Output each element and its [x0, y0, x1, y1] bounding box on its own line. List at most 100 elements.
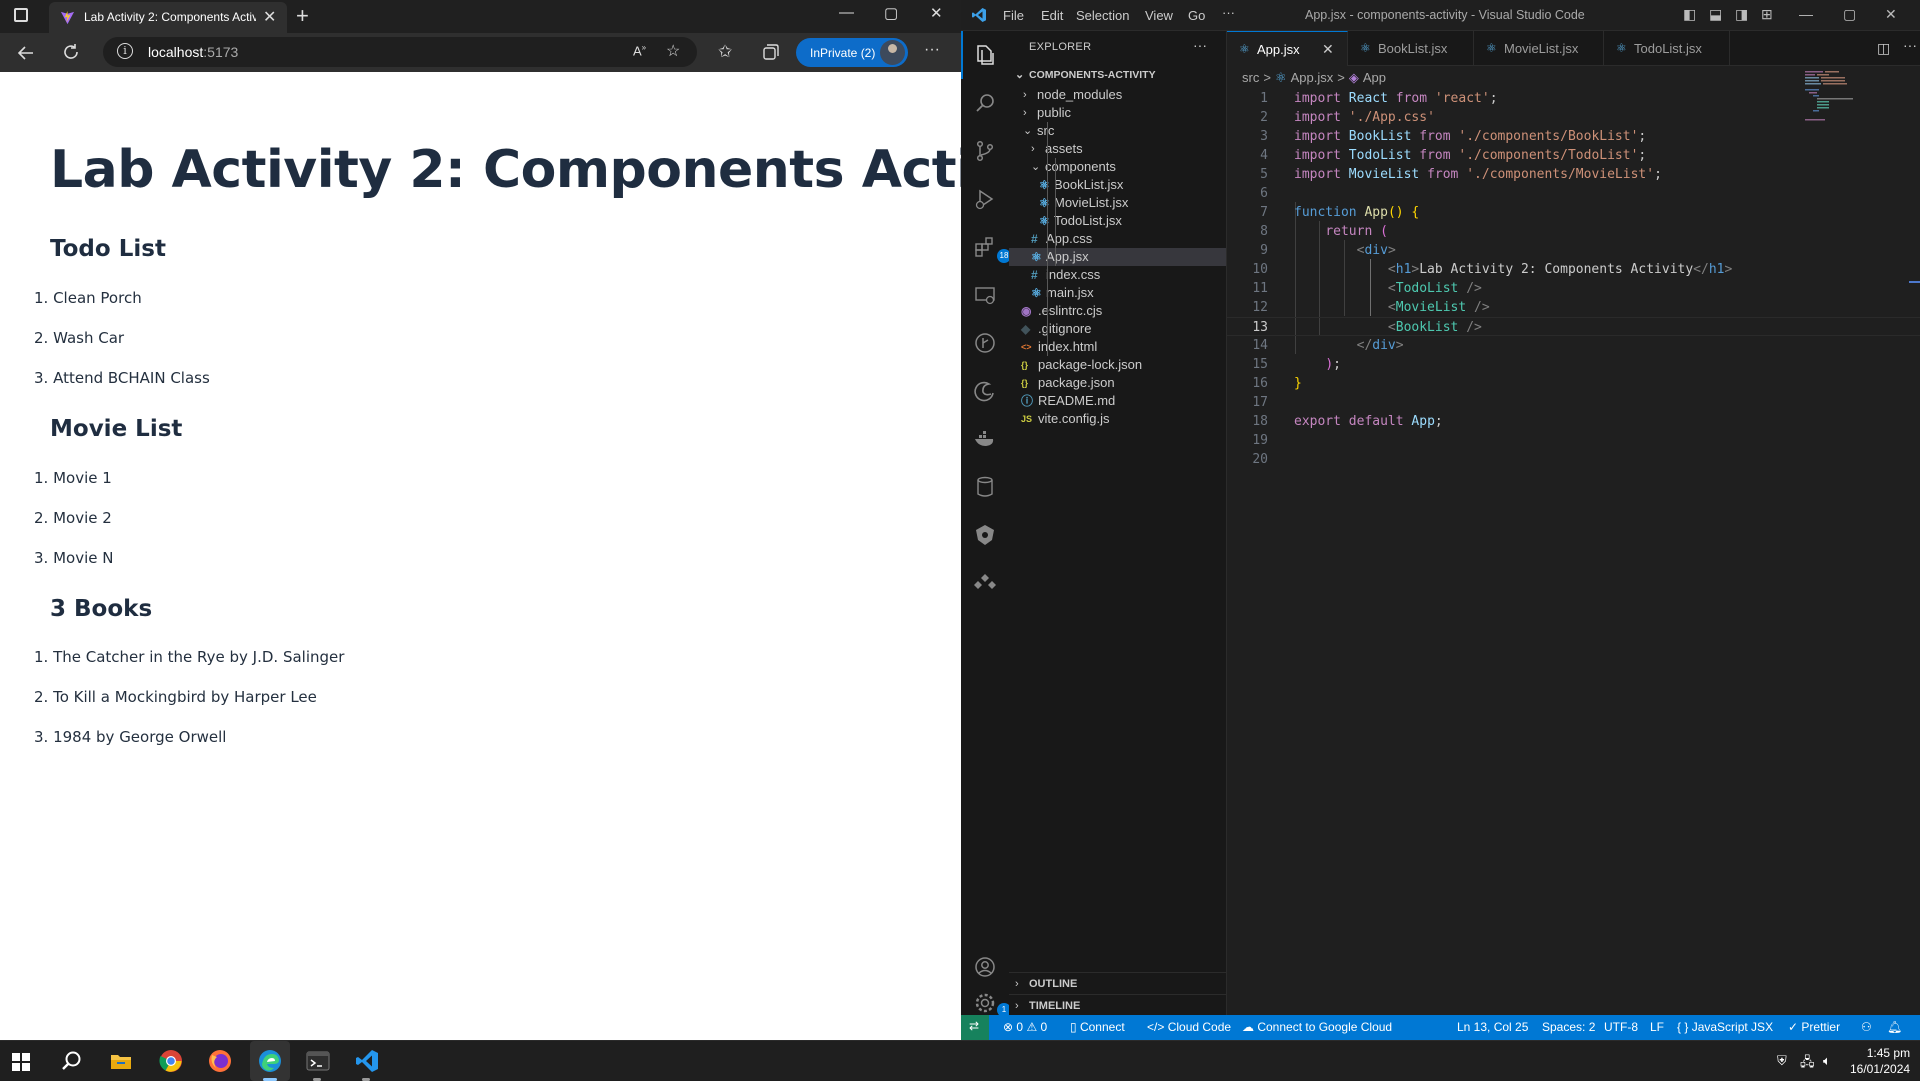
inprivate-button[interactable]: InPrivate (2) [796, 38, 908, 67]
tree-file[interactable]: ⓘ README.md [1009, 392, 1226, 410]
tab-app-jsx[interactable]: ⚛ App.jsx ✕ [1227, 31, 1348, 66]
tree-file[interactable]: ◉ .eslintrc.cjs [1009, 302, 1226, 320]
tree-file[interactable]: # index.css [1009, 266, 1226, 284]
cloud-code-icon[interactable] [973, 571, 997, 595]
maximize-button[interactable]: ▢ [884, 4, 898, 22]
prettier-status[interactable]: ✓ Prettier [1788, 1020, 1840, 1034]
system-clock[interactable]: 1:45 pm 16/01/2024 [1850, 1045, 1910, 1077]
browser-tab-active[interactable]: Lab Activity 2: Components Activity ✕ [49, 2, 287, 33]
address-bar[interactable]: i localhost:5173 A» ☆ [103, 37, 697, 67]
firefox-icon[interactable] [208, 1049, 232, 1073]
run-debug-icon[interactable] [973, 187, 997, 211]
tree-file[interactable]: ⚛ App.jsx [1009, 248, 1226, 266]
network-icon[interactable]: 🖧︎ [1800, 1053, 1815, 1075]
tree-file[interactable]: {} package-lock.json [1009, 356, 1226, 374]
collections-icon[interactable] [762, 43, 780, 61]
menu-selection[interactable]: Selection [1076, 8, 1129, 23]
source-control-icon[interactable] [973, 139, 997, 163]
menu-edit[interactable]: Edit [1041, 8, 1063, 23]
tree-file[interactable]: {} package.json [1009, 374, 1226, 392]
search-icon[interactable] [973, 91, 997, 115]
breadcrumb-src[interactable]: src [1242, 70, 1259, 85]
tree-file[interactable]: ⚛ MovieList.jsx [1009, 194, 1226, 212]
search-icon[interactable] [60, 1049, 84, 1073]
edge-icon[interactable] [258, 1049, 282, 1073]
remote-explorer-icon[interactable] [973, 283, 997, 307]
outline-section[interactable]: › OUTLINE [1009, 972, 1226, 994]
more-icon[interactable]: ··· [924, 39, 940, 61]
extensions-icon[interactable]: 18 [973, 235, 1011, 263]
security-tray-icon[interactable]: ⛨ [1777, 1053, 1787, 1069]
vscode-icon[interactable] [355, 1049, 379, 1073]
split-editor-icon[interactable]: ◫ [1877, 40, 1890, 57]
file-explorer-icon[interactable] [109, 1049, 133, 1073]
docker-icon[interactable] [973, 427, 997, 451]
explorer-more-icon[interactable]: ··· [1193, 37, 1207, 53]
encoding[interactable]: UTF-8 [1604, 1020, 1638, 1034]
breadcrumb-symbol[interactable]: App [1363, 70, 1386, 85]
terminal-icon[interactable] [306, 1049, 330, 1073]
tree-file[interactable]: ⚛ BookList.jsx [1009, 176, 1226, 194]
tree-folder[interactable]: › assets [1009, 140, 1226, 158]
toggle-secondary-sidebar-icon[interactable]: ◨ [1735, 6, 1748, 23]
tree-folder[interactable]: › public [1009, 104, 1226, 122]
kubernetes-icon[interactable] [973, 523, 997, 547]
tab-close-icon[interactable]: ✕ [263, 7, 276, 27]
close-button[interactable]: ✕ [930, 4, 943, 22]
editor-more-icon[interactable]: ··· [1903, 37, 1917, 53]
explorer-icon[interactable] [973, 43, 997, 67]
settings-gear-icon[interactable]: 1 [973, 991, 1011, 1017]
menu-file[interactable]: File [1003, 8, 1024, 23]
minimize-button[interactable]: — [1799, 6, 1813, 22]
live-share-icon[interactable]: ⚇ [1861, 1020, 1872, 1034]
tab-actions-icon[interactable] [14, 8, 28, 22]
gitlens-icon[interactable] [973, 331, 997, 355]
notifications-bell-icon[interactable]: 🔔︎ [1887, 1020, 1902, 1034]
chrome-icon[interactable] [159, 1049, 183, 1073]
menu-more[interactable]: ··· [1222, 5, 1235, 20]
volume-icon[interactable]: 🔈︎ [1823, 1053, 1831, 1069]
timeline-section[interactable]: › TIMELINE [1009, 994, 1226, 1016]
refresh-icon[interactable] [62, 43, 80, 61]
back-icon[interactable] [17, 44, 35, 62]
info-icon[interactable]: i [117, 43, 133, 59]
problems-status[interactable]: ⊗ 0 ⚠ 0 [1003, 1020, 1047, 1034]
accounts-icon[interactable] [973, 955, 997, 979]
tree-folder[interactable]: ⌄ components [1009, 158, 1226, 176]
indentation[interactable]: Spaces: 2 [1542, 1020, 1595, 1034]
menu-view[interactable]: View [1145, 8, 1173, 23]
tree-folder[interactable]: ⌄ src [1009, 122, 1226, 140]
database-icon[interactable] [973, 475, 997, 499]
project-root[interactable]: ⌄ COMPONENTS-ACTIVITY [1009, 64, 1226, 86]
new-tab-button[interactable]: + [296, 3, 309, 29]
language-mode[interactable]: { } JavaScript JSX [1677, 1020, 1773, 1034]
tree-file[interactable]: ◆ .gitignore [1009, 320, 1226, 338]
remote-indicator[interactable]: ⇄ [961, 1015, 989, 1040]
minimap[interactable] [1805, 69, 1875, 129]
tree-file[interactable]: <> index.html [1009, 338, 1226, 356]
cursor-position[interactable]: Ln 13, Col 25 [1457, 1020, 1528, 1034]
tab-todolist-jsx[interactable]: ⚛ TodoList.jsx [1604, 31, 1730, 66]
tree-file[interactable]: # App.css [1009, 230, 1226, 248]
edge-devtools-icon[interactable] [973, 379, 997, 403]
menu-go[interactable]: Go [1188, 8, 1205, 23]
google-cloud-status[interactable]: ☁ Connect to Google Cloud [1242, 1020, 1392, 1034]
customize-layout-icon[interactable]: ⊞ [1761, 6, 1773, 23]
read-aloud-icon[interactable]: A» [633, 43, 646, 58]
tree-file[interactable]: ⚛ main.jsx [1009, 284, 1226, 302]
connect-status[interactable]: ▯ Connect [1070, 1020, 1125, 1034]
end-of-line[interactable]: LF [1650, 1020, 1664, 1034]
tab-movielist-jsx[interactable]: ⚛ MovieList.jsx [1474, 31, 1604, 66]
tree-file[interactable]: JS vite.config.js [1009, 410, 1226, 428]
start-icon[interactable] [12, 1053, 30, 1071]
favorites-icon[interactable]: ✩ [718, 41, 732, 63]
tree-file[interactable]: ⚛ TodoList.jsx [1009, 212, 1226, 230]
favorite-add-icon[interactable]: ☆ [666, 41, 680, 61]
tab-booklist-jsx[interactable]: ⚛ BookList.jsx [1348, 31, 1474, 66]
minimize-button[interactable]: — [839, 4, 854, 21]
close-button[interactable]: ✕ [1885, 6, 1897, 23]
cloud-code-status[interactable]: </> Cloud Code [1147, 1020, 1231, 1034]
tab-close-icon[interactable]: ✕ [1322, 32, 1334, 67]
breadcrumb-file[interactable]: App.jsx [1291, 70, 1334, 85]
maximize-button[interactable]: ▢ [1843, 6, 1856, 23]
